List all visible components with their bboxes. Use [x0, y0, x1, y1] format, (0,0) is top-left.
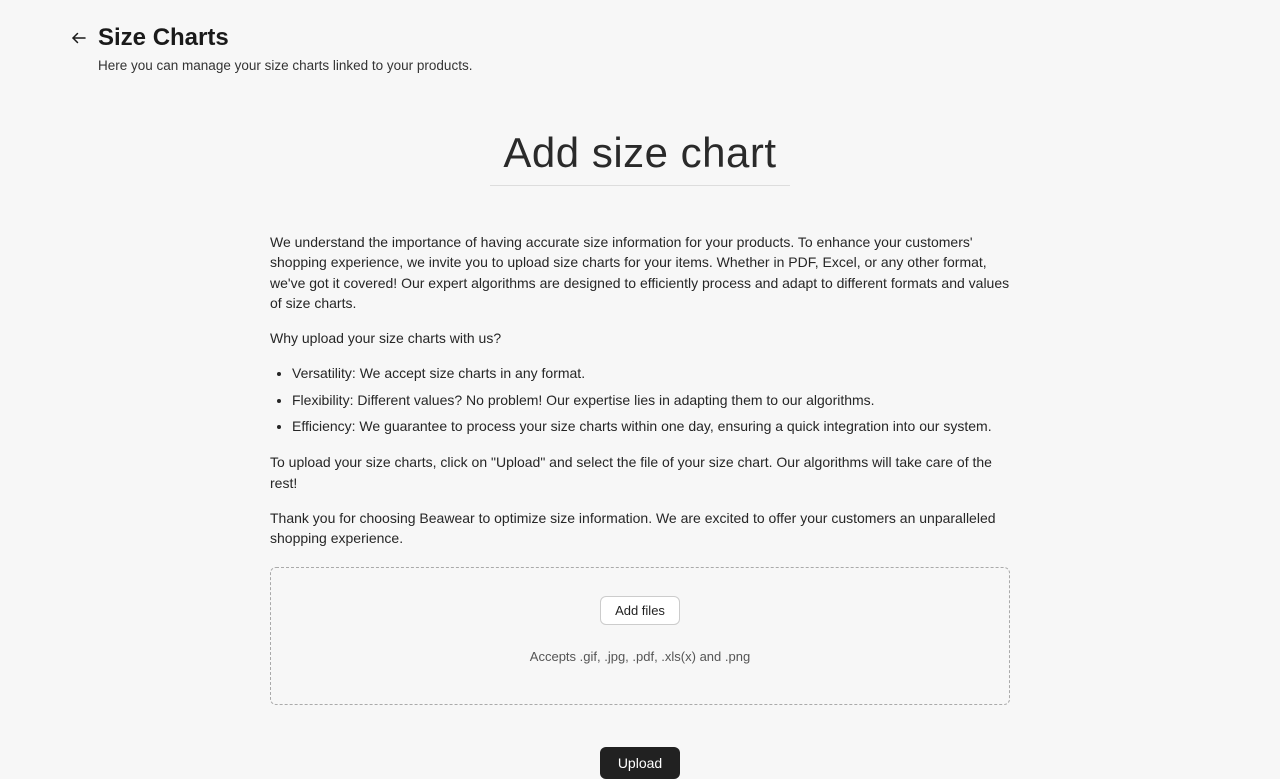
thanks-paragraph: Thank you for choosing Beawear to optimi…	[270, 508, 1010, 549]
upload-button[interactable]: Upload	[600, 747, 680, 779]
add-files-button[interactable]: Add files	[600, 596, 680, 625]
intro-paragraph: We understand the importance of having a…	[270, 232, 1010, 313]
page-subtitle: Here you can manage your size charts lin…	[98, 58, 1210, 73]
why-heading: Why upload your size charts with us?	[270, 328, 1010, 348]
list-item: Versatility: We accept size charts in an…	[292, 363, 1010, 383]
heading-divider	[490, 185, 790, 186]
accepts-text: Accepts .gif, .jpg, .pdf, .xls(x) and .p…	[291, 649, 989, 664]
file-dropzone[interactable]: Add files Accepts .gif, .jpg, .pdf, .xls…	[270, 567, 1010, 705]
page-title: Size Charts	[98, 24, 229, 52]
instruction-paragraph: To upload your size charts, click on "Up…	[270, 452, 1010, 493]
list-item: Efficiency: We guarantee to process your…	[292, 416, 1010, 436]
main-heading: Add size chart	[270, 129, 1010, 177]
benefits-list: Versatility: We accept size charts in an…	[270, 363, 1010, 436]
list-item: Flexibility: Different values? No proble…	[292, 390, 1010, 410]
back-arrow-icon[interactable]	[70, 29, 88, 47]
